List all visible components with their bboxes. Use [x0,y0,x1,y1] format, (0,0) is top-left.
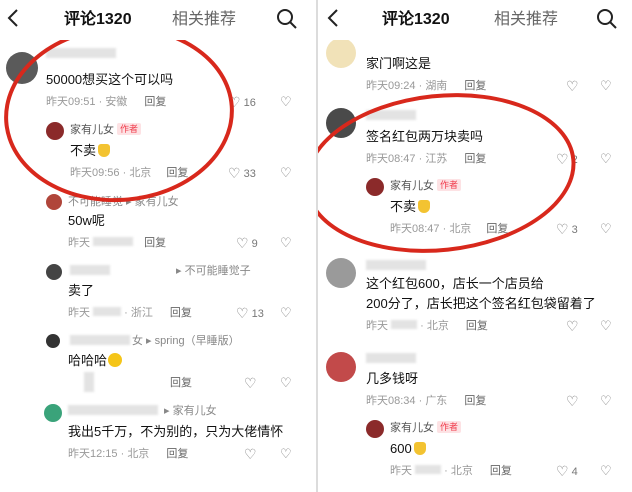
like-button[interactable]: ♡ [566,79,579,94]
heart-icon: ♡ [228,165,241,181]
heart-icon: ♡ [556,221,569,237]
reply-button[interactable]: 回复 [170,307,192,319]
heart-icon: ♡ [236,235,249,251]
comment-meta: 昨天 · 浙江 回复 [68,307,192,319]
author-badge: 作者 [437,421,462,433]
heart-icon: ♡ [566,318,579,334]
tab-related[interactable]: 相关推荐 [494,10,558,30]
blurred-username [70,335,130,345]
comment-text: 家门啊这是 [366,56,432,71]
comment-text: 50w呢 [68,213,105,228]
comment-text: 卖了 [68,283,95,298]
author-name[interactable]: 家有儿女 作者 [390,421,462,435]
tab-related[interactable]: 相关推荐 [172,10,236,30]
avatar[interactable] [326,258,356,288]
avatar[interactable] [46,264,62,280]
avatar[interactable] [46,334,60,348]
like-button[interactable]: ♡ 13 [236,306,264,321]
highlight-circle [318,80,584,266]
like-button[interactable]: ♡ 4 [556,464,578,479]
heart-icon: ♡ [566,78,579,94]
laughing-emoji-icon [108,353,123,367]
comment-meta: 昨天 · 北京 回复 [390,465,512,477]
comment-text: 几多钱呀 [366,371,419,386]
heart-icon: ♡ [566,393,579,409]
comment-meta: 昨天12:15 · 北京 回复 [68,448,189,460]
blurred-username [68,405,158,415]
reply-button[interactable]: 回复 [144,237,166,249]
avatar[interactable] [366,420,384,438]
dislike-icon[interactable]: ♡ [600,221,612,237]
heart-icon: ♡ [556,463,569,479]
reply-chain: 女 ▸ spring（早睡版） [132,335,240,347]
dislike-icon[interactable]: ♡ [600,78,612,94]
like-button[interactable]: ♡ [566,319,579,334]
comment-meta: 昨天 回复 [68,237,167,249]
reply-button[interactable]: 回复 [464,80,486,92]
heart-icon: ♡ [236,305,249,321]
blurred-username [366,260,426,270]
dislike-icon[interactable]: ♡ [280,94,292,110]
dislike-icon[interactable]: ♡ [600,151,612,167]
like-button[interactable]: ♡ 3 [556,222,578,237]
comment-meta: 昨天09:24 · 湖南 回复 [366,80,487,92]
blurred-meta [93,237,134,246]
dislike-icon[interactable]: ♡ [600,318,612,334]
avatar[interactable] [326,352,356,382]
left-comment-panel: 评论1320 相关推荐 50000想买这个可以吗 昨天09:51 · 安徽 回复… [0,0,314,492]
comment-meta: 昨天08:34 · 广东 回复 [366,395,487,407]
like-button[interactable]: ♡ [244,447,257,462]
like-button[interactable]: ♡ [244,376,257,391]
search-icon[interactable] [596,8,618,30]
heart-icon: ♡ [244,446,257,462]
comment-text: 我出5千万，不为别的，只为大佬情怀 [68,424,284,439]
like-button[interactable]: ♡ 33 [228,166,256,181]
left-header: 评论1320 相关推荐 [0,0,314,40]
reply-chain: ▸ 不可能睡觉子 [176,265,251,277]
money-bag-icon [413,442,426,455]
chevron-left-icon[interactable] [6,8,24,30]
tab-comments[interactable]: 评论1320 [382,10,450,30]
comment-text: 哈哈哈 [68,352,123,370]
blurred-username [70,265,110,275]
avatar[interactable] [326,38,356,68]
dislike-icon[interactable]: ♡ [600,463,612,479]
dislike-icon[interactable]: ♡ [280,375,292,391]
dislike-icon[interactable]: ♡ [280,446,292,462]
reply-button[interactable]: 回复 [170,376,192,390]
comment-text: 这个红包600，店长一个店员给 [366,276,544,291]
like-count: 16 [243,97,256,109]
comment-text-line2: 200分了，店长把这个签名红包袋留着了 [366,296,596,311]
dislike-icon[interactable]: ♡ [280,235,292,251]
chevron-left-icon[interactable] [326,8,344,30]
right-header: 评论1320 相关推荐 [318,0,632,40]
dislike-icon[interactable]: ♡ [600,393,612,409]
reply-button[interactable]: 回复 [466,320,488,332]
avatar[interactable] [46,194,62,210]
reply-button[interactable]: 回复 [490,465,512,477]
reply-button[interactable]: 回复 [464,395,486,407]
like-button[interactable]: ♡ [566,394,579,409]
blurred-username [366,353,416,363]
dislike-icon[interactable]: ♡ [280,165,292,181]
tab-comments[interactable]: 评论1320 [64,10,132,30]
right-comment-panel: 评论1320 相关推荐 家门啊这是 昨天09:24 · 湖南 回复 ♡ ♡ 签名… [318,0,632,492]
reply-chain: ▸ 家有儿女 [164,405,217,417]
avatar[interactable] [44,404,62,422]
like-button[interactable]: ♡ 9 [236,236,258,251]
reply-button[interactable]: 回复 [166,448,188,460]
comment-meta: 昨天 · 北京 回复 [366,320,488,332]
dislike-icon[interactable]: ♡ [280,305,292,321]
search-icon[interactable] [276,8,298,30]
heart-icon: ♡ [244,375,257,391]
highlight-circle [0,18,240,210]
comment-text: 600 [390,440,426,458]
